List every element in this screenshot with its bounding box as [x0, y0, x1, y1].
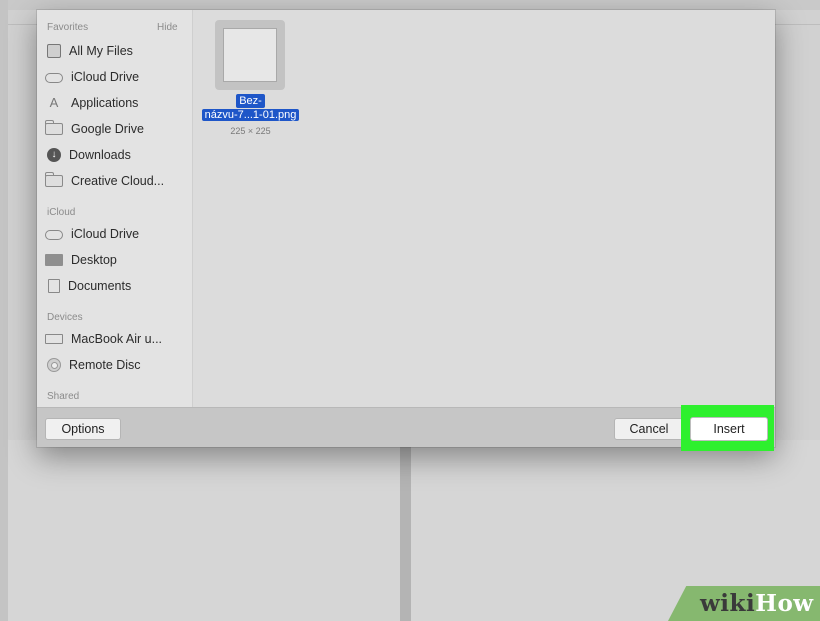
cloud-icon [45, 73, 63, 83]
sidebar-item-label: Desktop [71, 253, 117, 267]
window-top-strip [0, 0, 820, 10]
favorites-header: Favorites [47, 22, 89, 33]
cancel-button[interactable]: Cancel [614, 418, 684, 440]
sidebar-item-label: MacBook Air u... [71, 332, 163, 346]
sidebar-item-google-drive[interactable]: Google Drive [45, 118, 185, 140]
folder-icon [45, 172, 63, 187]
document-divider [400, 440, 411, 621]
sidebar-item-applications[interactable]: A Applications [45, 92, 185, 114]
sidebar-item-label: Remote Disc [69, 358, 141, 372]
sidebar-item-icloud-drive[interactable]: iCloud Drive [45, 66, 185, 88]
sidebar-item-documents[interactable]: Documents [45, 275, 185, 297]
sidebar-item-label: iCloud Drive [71, 70, 140, 84]
file-picker-dialog: Favorites Hide All My Files iCloud Drive… [37, 10, 775, 447]
cloud-icon [45, 230, 63, 240]
file-name: Bez- názvu-7...1-01.png [193, 94, 308, 122]
sidebar-item-remote-disc[interactable]: Remote Disc [45, 354, 185, 376]
all-files-icon [47, 44, 61, 58]
disc-icon [47, 358, 61, 372]
sidebar-item-desktop[interactable]: Desktop [45, 249, 185, 271]
sidebar-item-label: Google Drive [71, 122, 144, 136]
devices-header: Devices [47, 312, 83, 323]
file-name-line1: Bez- [236, 94, 265, 108]
insert-button[interactable]: Insert [690, 417, 768, 441]
sidebar-item-macbook[interactable]: MacBook Air u... [45, 328, 185, 350]
window-left-edge [0, 0, 8, 621]
sidebar-item-all-my-files[interactable]: All My Files [45, 40, 185, 62]
file-dimensions: 225 × 225 [230, 126, 271, 136]
icloud-header: iCloud [47, 207, 76, 218]
sidebar-item-label: Applications [71, 96, 139, 110]
sidebar-item-label: Creative Cloud... [71, 174, 165, 188]
laptop-icon [45, 334, 63, 344]
sidebar-item-icloud-drive-2[interactable]: iCloud Drive [45, 223, 185, 245]
sidebar-item-downloads[interactable]: ↓ Downloads [45, 144, 185, 166]
sidebar-item-label: Downloads [69, 148, 131, 162]
download-icon: ↓ [47, 148, 61, 162]
sidebar: Favorites Hide All My Files iCloud Drive… [37, 10, 193, 407]
applications-icon: A [49, 95, 59, 110]
logo-wiki: wiki [700, 590, 756, 617]
hide-favorites-link[interactable]: Hide [157, 22, 178, 33]
image-preview [223, 28, 277, 82]
file-thumbnail [215, 20, 285, 90]
file-name-line2: názvu-7...1-01.png [201, 109, 300, 121]
documents-icon [48, 279, 60, 293]
desktop-icon [45, 254, 63, 266]
folder-icon [45, 120, 63, 135]
sidebar-item-label: All My Files [69, 44, 133, 58]
file-browser: Bez- názvu-7...1-01.png 225 × 225 [193, 10, 775, 407]
shared-header: Shared [47, 391, 80, 402]
sidebar-item-creative-cloud[interactable]: Creative Cloud... [45, 170, 185, 192]
sidebar-item-label: Documents [68, 279, 132, 293]
dialog-footer: Options Cancel [37, 407, 775, 447]
wikihow-logo: wikiHow [700, 590, 814, 617]
logo-how: How [755, 590, 814, 617]
sidebar-item-label: iCloud Drive [71, 227, 140, 241]
file-item-selected[interactable]: Bez- názvu-7...1-01.png 225 × 225 [193, 10, 323, 150]
options-button[interactable]: Options [45, 418, 121, 440]
